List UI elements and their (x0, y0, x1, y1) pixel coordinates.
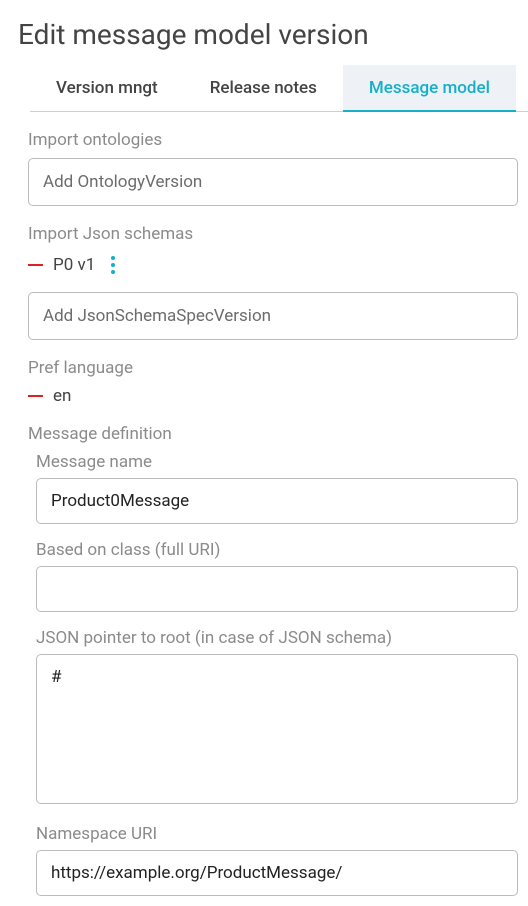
tab-version-mngt[interactable]: Version mngt (30, 65, 184, 111)
based-on-class-label: Based on class (full URI) (36, 540, 518, 560)
message-definition-label: Message definition (28, 424, 518, 444)
section-import-ontologies: Import ontologies Add OntologyVersion (18, 112, 528, 206)
section-import-json-schemas: Import Json schemas P0 v1 Add JsonSchema… (18, 206, 528, 340)
tab-message-model[interactable]: Message model (343, 65, 516, 111)
kebab-icon[interactable] (107, 252, 119, 278)
message-name-label: Message name (36, 452, 518, 472)
message-name-input[interactable] (36, 478, 518, 524)
based-on-class-input[interactable] (36, 566, 518, 612)
json-pointer-label: JSON pointer to root (in case of JSON sc… (36, 628, 518, 648)
page-title: Edit message model version (18, 18, 528, 51)
import-json-schemas-label: Import Json schemas (28, 224, 518, 244)
add-ontology-version-input[interactable]: Add OntologyVersion (28, 158, 518, 206)
add-json-schema-input[interactable]: Add JsonSchemaSpecVersion (28, 292, 518, 340)
section-pref-language: Pref language en (18, 340, 528, 406)
pref-language-label: Pref language (28, 358, 518, 378)
section-message-definition: Message definition Message name Based on… (18, 406, 528, 896)
json-schema-item-label: P0 v1 (53, 255, 95, 275)
remove-icon[interactable] (28, 395, 43, 397)
json-pointer-input[interactable] (36, 654, 518, 804)
tabs: Version mngt Release notes Message model (30, 65, 528, 112)
json-schema-item: P0 v1 (28, 252, 518, 278)
pref-language-value: en (53, 386, 71, 406)
namespace-uri-label: Namespace URI (36, 824, 518, 844)
namespace-uri-input[interactable] (36, 850, 518, 896)
remove-icon[interactable] (28, 264, 43, 266)
pref-language-item: en (28, 386, 518, 406)
tab-release-notes[interactable]: Release notes (184, 65, 343, 111)
import-ontologies-label: Import ontologies (28, 130, 518, 150)
